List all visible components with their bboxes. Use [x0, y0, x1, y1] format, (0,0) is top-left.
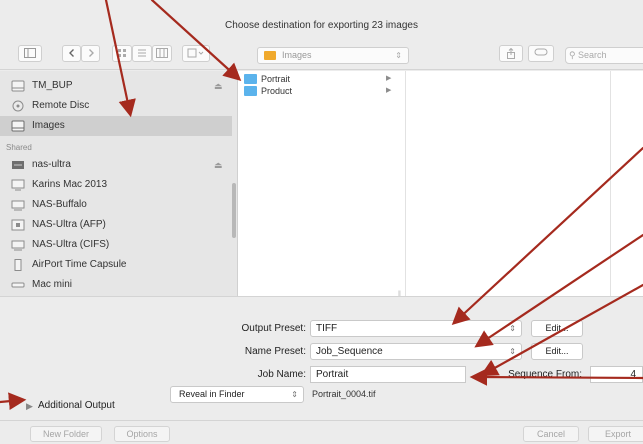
- sidebar-item-karins-mac-2013[interactable]: Karins Mac 2013: [0, 175, 232, 195]
- sidebar-item-label: nas-ultra: [32, 159, 71, 170]
- column-divider: [610, 71, 611, 296]
- updown-arrows-icon: ⇕: [509, 324, 516, 333]
- dialog-title: Choose destination for exporting 23 imag…: [225, 20, 418, 31]
- column-divider: [405, 71, 406, 296]
- sidebar-toggle-button[interactable]: [18, 45, 42, 62]
- output-preset-edit-button[interactable]: Edit...: [531, 320, 583, 337]
- sidebar-item-nas-ultra-afp[interactable]: NAS-Ultra (AFP): [0, 215, 232, 235]
- new-folder-button[interactable]: New Folder: [30, 426, 102, 442]
- export-dialog: Choose destination for exporting 23 imag…: [0, 0, 643, 444]
- export-button[interactable]: Export: [588, 426, 643, 442]
- updown-arrows-icon: ⇕: [509, 347, 516, 356]
- sequence-from-field[interactable]: 4: [590, 366, 643, 383]
- search-icon: ⚲: [569, 50, 576, 60]
- sidebar-scrollbar[interactable]: [232, 183, 236, 238]
- time-capsule-icon: [14, 259, 22, 271]
- group-by-button[interactable]: [182, 45, 210, 62]
- disc-icon: [12, 100, 24, 112]
- network-drive-icon: [11, 240, 25, 251]
- sidebar-item-label: AirPort Time Capsule: [32, 259, 127, 270]
- sidebar-item-nas-ultra-cifs[interactable]: NAS-Ultra (CIFS): [0, 235, 232, 255]
- sidebar-item-label: Remote Disc: [32, 100, 90, 111]
- after-export-value: Reveal in Finder: [179, 389, 245, 399]
- sidebar-item-label: NAS-Ultra (AFP): [32, 219, 106, 230]
- search-placeholder: Search: [578, 50, 607, 60]
- sidebar-item-images[interactable]: Images: [0, 116, 232, 136]
- sidebar-icon: [24, 48, 36, 58]
- eject-icon[interactable]: ⏏: [214, 76, 223, 96]
- share-icon: [507, 48, 515, 59]
- folder-label: Product: [261, 86, 293, 96]
- output-preset-label: Output Preset:: [241, 323, 306, 334]
- cancel-button[interactable]: Cancel: [523, 426, 579, 442]
- job-name-label: Job Name:: [257, 369, 306, 380]
- folder-icon: [244, 74, 257, 84]
- server-icon: [12, 161, 24, 169]
- output-preset-popup[interactable]: TIFF ⇕: [310, 320, 522, 337]
- folder-label: Portrait: [261, 74, 291, 84]
- list-view-button[interactable]: [132, 45, 152, 62]
- sidebar-item-label: NAS-Ultra (CIFS): [32, 239, 110, 250]
- disclosure-arrow-icon: ▶: [386, 87, 392, 94]
- drive-icon: [11, 80, 25, 92]
- sidebar-item-label: Mac mini: [32, 279, 73, 290]
- eject-icon[interactable]: ⏏: [214, 155, 223, 175]
- location-popup[interactable]: Images ⇕: [257, 47, 409, 64]
- title-bar: Choose destination for exporting 23 imag…: [0, 0, 643, 40]
- sidebar-item-airport-time-capsule[interactable]: AirPort Time Capsule: [0, 255, 232, 275]
- sidebar-item-nas-ultra[interactable]: nas-ultra ⏏: [0, 155, 232, 175]
- output-preset-value: TIFF: [316, 323, 338, 334]
- column-view-button[interactable]: [152, 45, 172, 62]
- back-button[interactable]: [62, 45, 81, 62]
- sidebar-item-label: TM_BUP: [32, 80, 73, 91]
- sidebar-item-label: Images: [32, 120, 65, 131]
- updown-arrows-icon: ⇕: [395, 51, 402, 60]
- icon-view-button[interactable]: [112, 45, 132, 62]
- forward-button[interactable]: [81, 45, 100, 62]
- list-view-icon: [138, 49, 146, 57]
- share-button[interactable]: [499, 45, 523, 62]
- folder-icon: [244, 86, 257, 96]
- disclosure-triangle-icon[interactable]: ▶: [26, 401, 33, 412]
- sidebar-item-remote-disc[interactable]: Remote Disc: [0, 96, 232, 116]
- after-export-popup[interactable]: Reveal in Finder ⇕: [170, 386, 304, 403]
- additional-output-label[interactable]: Additional Output: [38, 400, 115, 411]
- name-preset-value: Job_Sequence: [316, 346, 383, 357]
- sidebar-item-mac-mini[interactable]: Mac mini: [0, 275, 232, 295]
- filename-preview: Portrait_0004.tif: [312, 389, 376, 399]
- drive-icon: [11, 120, 25, 132]
- toolbar: Images ⇕ ⚲ Search: [0, 40, 643, 70]
- tags-button[interactable]: [528, 45, 554, 62]
- arrange-icon: [187, 48, 204, 58]
- name-preset-label: Name Preset:: [244, 346, 306, 357]
- job-name-field[interactable]: Portrait: [310, 366, 466, 383]
- sidebar-item-tm-bup[interactable]: TM_BUP ⏏: [0, 76, 232, 96]
- mac-mini-icon: [11, 282, 25, 288]
- computer-icon: [11, 179, 25, 191]
- column-view-icon: [156, 48, 168, 58]
- network-drive-icon: [11, 219, 25, 231]
- updown-arrows-icon: ⇕: [291, 390, 298, 399]
- search-input[interactable]: ⚲ Search: [565, 47, 643, 64]
- folder-icon: [264, 51, 276, 60]
- options-button[interactable]: Options: [114, 426, 170, 442]
- network-drive-icon: [11, 200, 25, 211]
- location-label: Images: [282, 50, 312, 60]
- grid-view-icon: [118, 49, 126, 57]
- chevron-left-icon: [68, 49, 74, 57]
- chevron-right-icon: [88, 49, 94, 57]
- name-preset-popup[interactable]: Job_Sequence ⇕: [310, 343, 522, 360]
- name-preset-edit-button[interactable]: Edit...: [531, 343, 583, 360]
- tag-icon: [534, 48, 548, 56]
- sidebar-item-label: Karins Mac 2013: [32, 179, 108, 190]
- sequence-from-label: Sequence From:: [508, 369, 582, 380]
- sidebar-item-nas-buffalo[interactable]: NAS-Buffalo: [0, 195, 232, 215]
- sidebar: TM_BUP ⏏ Remote Disc Images Shared nas-u…: [0, 71, 238, 296]
- dialog-footer: New Folder Options Cancel Export: [0, 420, 643, 444]
- file-browser: Portrait ▶ Product ▶ ‖: [238, 71, 643, 298]
- export-options-panel: Output Preset: TIFF ⇕ Edit... Name Prese…: [0, 296, 643, 420]
- disclosure-arrow-icon: ▶: [386, 75, 392, 82]
- sidebar-section-shared: Shared: [6, 143, 32, 152]
- sidebar-item-label: NAS-Buffalo: [32, 199, 87, 210]
